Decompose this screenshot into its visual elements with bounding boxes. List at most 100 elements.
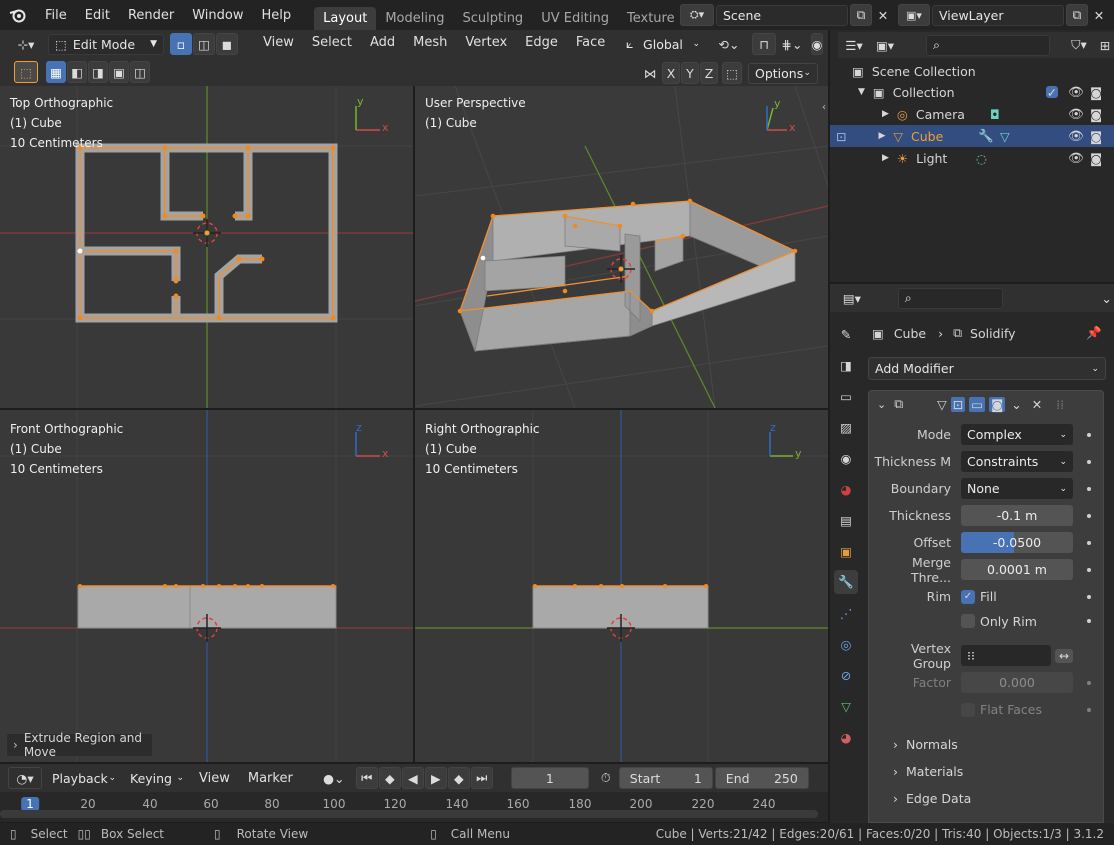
menu-file[interactable]: File: [36, 8, 76, 23]
thickness-field[interactable]: -0.1 m: [961, 505, 1073, 526]
fill-checkbox-row[interactable]: ✓ Fill: [961, 589, 1073, 604]
animate-dot-icon[interactable]: [1087, 432, 1091, 437]
current-frame-marker[interactable]: 1: [21, 797, 39, 811]
chevron-down-icon[interactable]: ⌄: [1011, 397, 1021, 412]
play-reverse-icon[interactable]: ◀: [401, 767, 424, 789]
collection-tab-icon[interactable]: ▤: [834, 508, 858, 532]
animate-dot-icon[interactable]: [1087, 680, 1091, 685]
stopwatch-icon[interactable]: ⏱: [594, 767, 617, 789]
menu-face[interactable]: Face: [567, 35, 614, 50]
view-layer-tab-icon[interactable]: ▨: [834, 415, 858, 439]
animate-dot-icon[interactable]: [1087, 540, 1091, 545]
flat-faces-checkbox[interactable]: [961, 702, 975, 717]
transform-orientation-dropdown[interactable]: ⟀ Global ⌄: [620, 33, 706, 55]
mirror-icon[interactable]: ⋈: [640, 62, 660, 84]
menu-help[interactable]: Help: [253, 8, 301, 23]
viewlayer-copy-icon[interactable]: ⧉: [1066, 4, 1088, 26]
world-tab-icon[interactable]: ◕: [834, 477, 858, 501]
render-toggle-icon[interactable]: ◙: [989, 396, 1006, 412]
menu-render[interactable]: Render: [119, 8, 183, 23]
outliner-search[interactable]: ⌕: [926, 34, 1050, 56]
menu-window[interactable]: Window: [183, 8, 252, 23]
offset-slider[interactable]: -0.0500: [961, 532, 1073, 553]
render-tab-icon[interactable]: ◨: [834, 353, 858, 377]
tab-layout[interactable]: Layout: [314, 7, 377, 30]
scene-name-field[interactable]: Scene: [716, 4, 848, 26]
start-frame-field[interactable]: Start 1: [618, 767, 713, 789]
animate-dot-icon[interactable]: [1087, 567, 1091, 572]
animate-dot-icon[interactable]: [1087, 459, 1091, 464]
eye-icon[interactable]: 👁: [1068, 128, 1084, 144]
pivot-point-icon[interactable]: ⟲⌄: [710, 33, 748, 55]
camera-render-icon[interactable]: ◙: [1090, 129, 1102, 144]
select-subtract-icon[interactable]: ◨: [88, 61, 108, 83]
record-icon[interactable]: ●⌄: [315, 767, 352, 789]
menu-select[interactable]: Select: [303, 35, 361, 50]
viewport-user-perspective[interactable]: x y User Perspective (1) Cube ‹: [415, 86, 828, 408]
snap-icon[interactable]: ⊓: [752, 33, 776, 55]
scene-browse-button[interactable]: ⛭▾: [680, 4, 714, 26]
outliner-item-cube[interactable]: ⊡ ▶ ▽ Cube 🔧 ▽ 👁 ◙: [830, 125, 1114, 147]
animate-dot-icon[interactable]: [1087, 486, 1091, 491]
select-box-tool-icon[interactable]: ⬚: [14, 61, 38, 83]
timeline-view-menu[interactable]: View: [190, 771, 239, 786]
thickness-mode-dropdown[interactable]: Constraints ⌄: [961, 451, 1073, 472]
playback-menu[interactable]: Playback ⌄: [46, 767, 122, 789]
play-icon[interactable]: ▶: [424, 767, 447, 789]
mirror-y-button[interactable]: Y: [681, 62, 699, 84]
keying-menu[interactable]: Keying ⌄: [124, 767, 190, 789]
properties-search[interactable]: ⌕: [897, 287, 1004, 309]
animate-dot-icon[interactable]: [1087, 594, 1091, 599]
boundary-dropdown[interactable]: None ⌄: [961, 478, 1073, 499]
outliner-item-camera[interactable]: ▶ ◎ Camera ◘ 👁 ◙: [830, 103, 1114, 125]
modifier-tab-icon[interactable]: 🔧: [834, 570, 858, 594]
display-mode-icon[interactable]: ▣▾: [870, 34, 900, 56]
constraints-tab-icon[interactable]: ⊘: [834, 663, 858, 687]
outliner-editor-icon[interactable]: ☰▾: [838, 34, 870, 56]
physics-tab-icon[interactable]: ◎: [834, 632, 858, 656]
menu-edge[interactable]: Edge: [516, 35, 567, 50]
select-intersect-icon[interactable]: ◫: [130, 61, 150, 83]
pin-icon[interactable]: 📌: [1086, 325, 1102, 341]
current-frame-field[interactable]: 1: [510, 767, 589, 789]
collapse-icon[interactable]: ⌄: [877, 398, 886, 411]
only-rim-checkbox[interactable]: [961, 614, 975, 628]
edit-cage-icon[interactable]: ▽: [937, 397, 947, 412]
animate-dot-icon[interactable]: [1087, 513, 1091, 518]
timeline-marker-menu[interactable]: Marker: [239, 771, 302, 786]
outliner-item-light[interactable]: ▶ ☀ Light ◌ 👁 ◙: [830, 147, 1114, 169]
animate-dot-icon[interactable]: [1087, 707, 1091, 712]
viewport-right-ortho[interactable]: y z Right Orthographic (1) Cube 10 Centi…: [415, 410, 828, 762]
light-data-icon[interactable]: ◌: [976, 151, 987, 166]
menu-add[interactable]: Add: [361, 35, 404, 50]
collection-row[interactable]: ▼ ▣ Collection ✓ 👁 ◙: [858, 81, 1114, 103]
mirror-x-button[interactable]: X: [662, 62, 680, 84]
eye-icon[interactable]: 👁: [1068, 84, 1084, 100]
select-new-icon[interactable]: ▦: [46, 61, 66, 83]
camera-render-icon[interactable]: ◙: [1090, 107, 1102, 122]
filter-icon[interactable]: ⛉▾: [1062, 34, 1096, 56]
viewlayer-close-icon[interactable]: ✕: [1089, 4, 1109, 26]
jump-start-icon[interactable]: ⏮: [355, 767, 378, 789]
scene-collection-row[interactable]: ▣ Scene Collection: [852, 60, 976, 82]
scene-copy-icon[interactable]: ⧉: [850, 4, 872, 26]
select-invert-icon[interactable]: ▣: [109, 61, 129, 83]
timeline-editor-icon[interactable]: ◔▾: [8, 767, 42, 789]
vertex-group-field[interactable]: ⁝⁝: [961, 645, 1051, 666]
subpanel-edge-data[interactable]: › Edge Data: [869, 785, 1103, 812]
eye-icon[interactable]: 👁: [1068, 106, 1084, 122]
select-extend-icon[interactable]: ◧: [67, 61, 87, 83]
viewlayer-name-field[interactable]: ViewLayer: [932, 4, 1064, 26]
editor-type-button[interactable]: ⊹▾: [8, 33, 44, 55]
last-operator-panel[interactable]: › Extrude Region and Move: [6, 731, 153, 759]
viewport-toggle-icon[interactable]: ▭: [969, 396, 986, 412]
blender-logo-icon[interactable]: [0, 0, 36, 30]
viewport-top-ortho[interactable]: x y Top Orthographic (1) Cube 10 Centime…: [0, 86, 413, 408]
scene-tab-icon[interactable]: ◉: [834, 446, 858, 470]
drag-handle-icon[interactable]: ⁞⁞: [1056, 397, 1064, 412]
prev-keyframe-icon[interactable]: ◆: [378, 767, 401, 789]
viewlayer-browse-button[interactable]: ▣▾: [898, 4, 930, 26]
edit-mode-indicator-icon[interactable]: ⊡: [836, 129, 846, 144]
menu-mesh[interactable]: Mesh: [404, 35, 456, 50]
options-dropdown[interactable]: Options ⌄: [748, 62, 818, 84]
